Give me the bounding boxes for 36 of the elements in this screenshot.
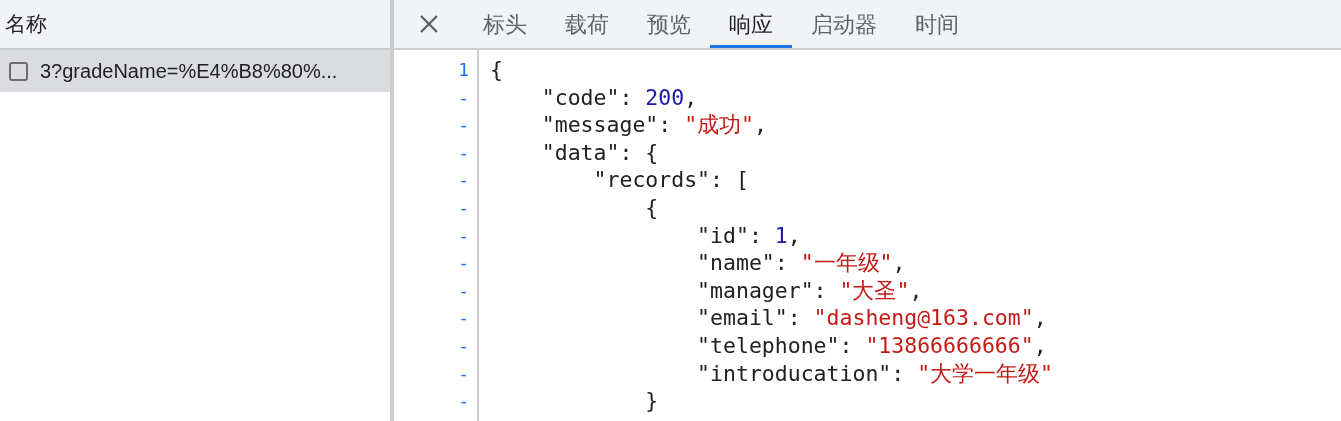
tab[interactable]: 预览	[628, 0, 710, 48]
request-row[interactable]: 3?gradeName=%E4%B8%80%...	[0, 50, 390, 92]
tab[interactable]: 标头	[464, 0, 546, 48]
tab[interactable]: 时间	[896, 0, 978, 48]
code-line: "manager": "大圣",	[696, 276, 924, 305]
code-line: "introducation": "大学一年级"	[696, 359, 1054, 388]
line-number: -	[458, 278, 469, 303]
code-line: "name": "一年级",	[696, 249, 907, 277]
tab[interactable]: 响应	[710, 0, 792, 48]
request-name: 3?gradeName=%E4%B8%80%...	[40, 59, 338, 84]
line-number: -	[458, 168, 469, 193]
code-line: "id": 1,	[696, 221, 802, 250]
code-line: "telephone": "13866666666",	[696, 331, 1048, 360]
line-number: -	[458, 195, 469, 220]
line-number: 1	[458, 58, 469, 82]
code-line: "data": {	[540, 138, 660, 167]
code-line: "email": "dasheng@163.com",	[696, 304, 1048, 332]
line-number: -	[458, 113, 469, 138]
line-number: -	[458, 251, 469, 276]
code-line: {	[490, 56, 504, 84]
tab[interactable]: 启动器	[792, 0, 896, 48]
line-number: -	[458, 223, 469, 248]
square-icon	[9, 61, 28, 81]
code-line: "records": [	[592, 166, 750, 194]
line-number: -	[458, 389, 469, 414]
line-number: -	[458, 140, 469, 165]
line-number: -	[458, 361, 469, 386]
code-line: "code": 200,	[540, 83, 699, 112]
line-number: -	[458, 333, 469, 358]
line-number: -	[458, 306, 469, 331]
code-line: "message": "成功",	[540, 111, 768, 139]
column-header: 名称	[5, 11, 47, 38]
line-number: -	[458, 85, 469, 110]
code-line: {	[644, 193, 660, 222]
tab[interactable]: 载荷	[546, 0, 628, 48]
code-line: }	[644, 387, 660, 415]
